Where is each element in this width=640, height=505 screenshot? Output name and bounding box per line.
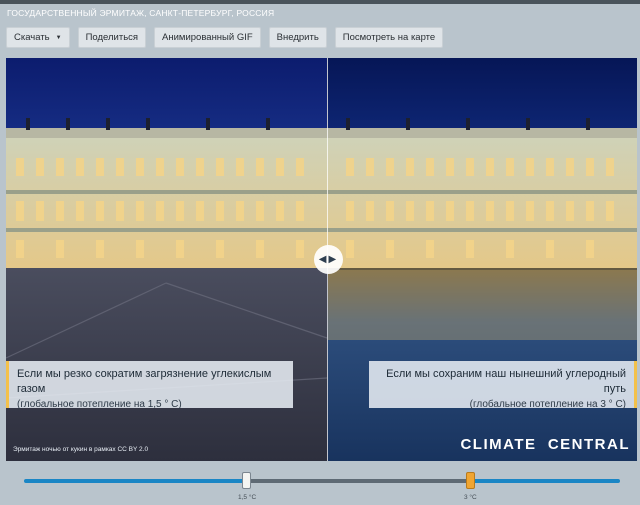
brand-logo: CLIMATE CENTRAL: [460, 436, 630, 453]
toolbar: Скачать ▼ Поделиться Анимированный GIF В…: [6, 27, 444, 48]
photo-credit: Эрмитаж ночью от кукин в рамках CC BY 2.…: [13, 446, 149, 453]
caption-left: Если мы резко сократим загрязнение углек…: [6, 361, 293, 410]
location-title: ГОСУДАРСТВЕННЫЙ ЭРМИТАЖ, САНКТ-ПЕТЕРБУРГ…: [7, 8, 275, 18]
gif-button[interactable]: Анимированный GIF: [154, 27, 261, 48]
slider-label-1-5: 1,5 °C: [238, 494, 257, 501]
slider-label-3: 3 °C: [464, 494, 477, 501]
embed-button[interactable]: Внедрить: [268, 27, 327, 48]
caption-right-main: Если мы сохраним наш нынешний углеродный…: [386, 368, 626, 395]
share-button[interactable]: Поделиться: [77, 27, 147, 48]
caption-right: Если мы сохраним наш нынешний углеродный…: [369, 361, 637, 410]
caption-left-main: Если мы резко сократим загрязнение углек…: [17, 368, 272, 395]
top-bar: [0, 0, 640, 4]
map-button[interactable]: Посмотреть на карте: [334, 27, 444, 48]
brand-name: CLIMATE CENTRAL: [460, 436, 630, 453]
slider-thumb-3[interactable]: [466, 472, 475, 489]
caption-right-sub: (глобальное потепление на 3 ° C): [469, 399, 626, 410]
caret-down-icon: ▼: [55, 34, 62, 41]
caption-left-sub: (глобальное потепление на 1,5 ° C): [17, 399, 182, 410]
warming-slider-range: [246, 479, 470, 483]
comparison-image[interactable]: ◀▶ Если мы резко сократим загрязнение уг…: [6, 58, 637, 461]
download-button[interactable]: Скачать ▼: [6, 27, 70, 48]
slider-thumb-1-5[interactable]: [242, 472, 251, 489]
download-label: Скачать: [14, 32, 50, 43]
compare-arrows-icon[interactable]: ◀▶: [314, 245, 343, 274]
